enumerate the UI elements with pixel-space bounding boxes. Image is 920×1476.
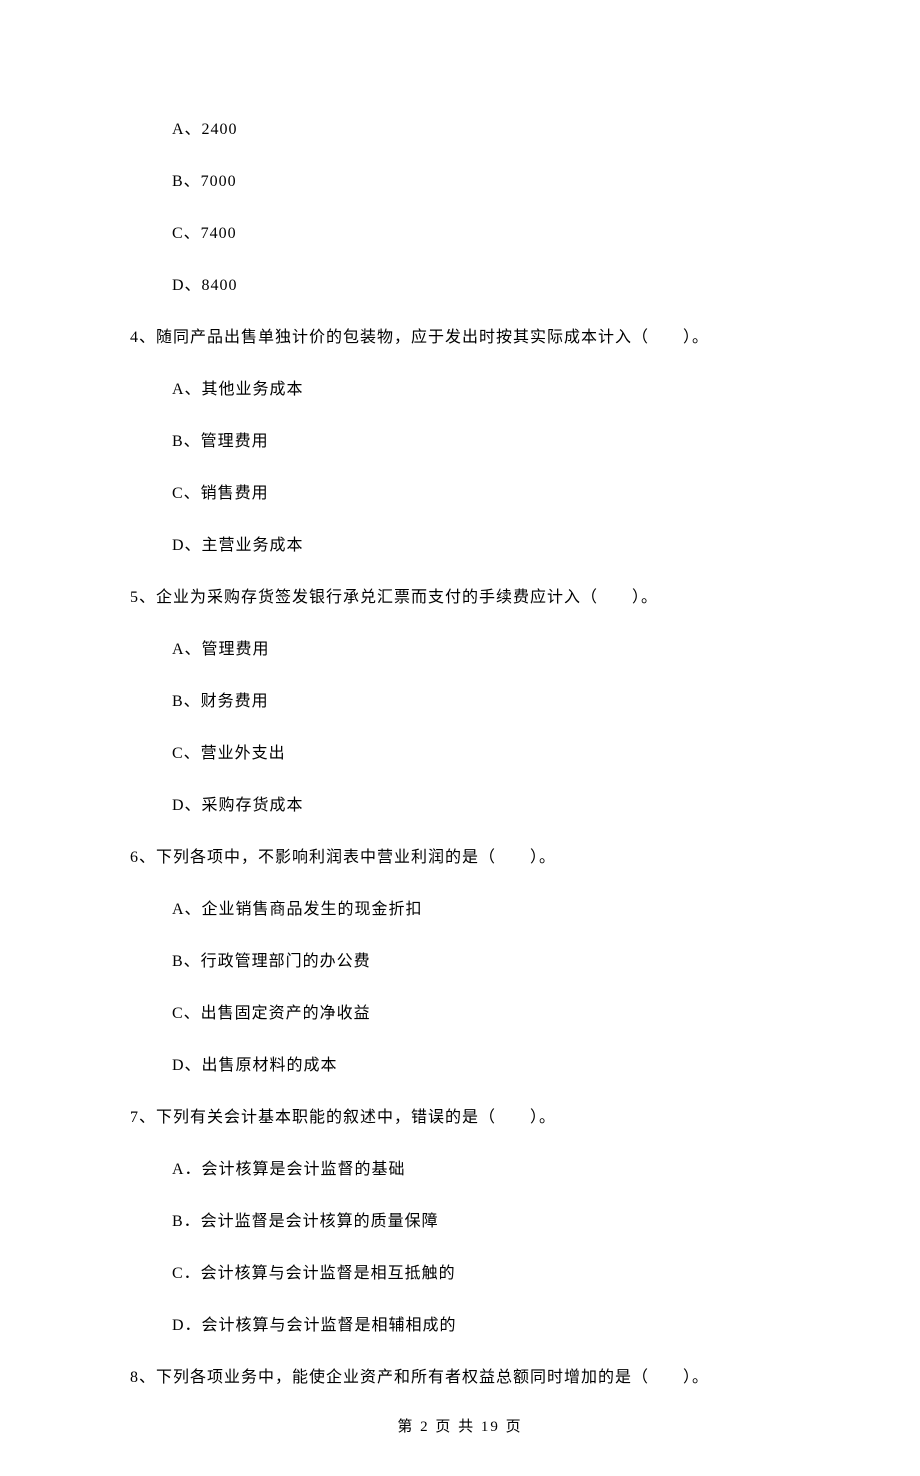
question-7: 7、下列有关会计基本职能的叙述中，错误的是（ ）。 [130, 1103, 790, 1127]
question-6: 6、下列各项中，不影响利润表中营业利润的是（ ）。 [130, 843, 790, 867]
option-d: D、8400 [130, 271, 790, 295]
question-8: 8、下列各项业务中，能使企业资产和所有者权益总额同时增加的是（ ）。 [130, 1363, 790, 1387]
q6-option-a: A、企业销售商品发生的现金折扣 [130, 895, 790, 919]
question-4: 4、随同产品出售单独计价的包装物，应于发出时按其实际成本计入（ ）。 [130, 323, 790, 347]
q7-option-d: D．会计核算与会计监督是相辅相成的 [130, 1311, 790, 1335]
q7-option-a: A．会计核算是会计监督的基础 [130, 1155, 790, 1179]
q6-option-d: D、出售原材料的成本 [130, 1051, 790, 1075]
q7-option-b: B．会计监督是会计核算的质量保障 [130, 1207, 790, 1231]
q5-option-a: A、管理费用 [130, 635, 790, 659]
q5-option-c: C、营业外支出 [130, 739, 790, 763]
option-c: C、7400 [130, 219, 790, 243]
q7-option-c: C．会计核算与会计监督是相互抵触的 [130, 1259, 790, 1283]
q4-option-a: A、其他业务成本 [130, 375, 790, 399]
option-a: A、2400 [130, 115, 790, 139]
q6-option-b: B、行政管理部门的办公费 [130, 947, 790, 971]
q5-option-d: D、采购存货成本 [130, 791, 790, 815]
q6-option-c: C、出售固定资产的净收益 [130, 999, 790, 1023]
document-page: A、2400 B、7000 C、7400 D、8400 4、随同产品出售单独计价… [0, 0, 920, 1476]
question-5: 5、企业为采购存货签发银行承兑汇票而支付的手续费应计入（ ）。 [130, 583, 790, 607]
q4-option-b: B、管理费用 [130, 427, 790, 451]
q4-option-c: C、销售费用 [130, 479, 790, 503]
q4-option-d: D、主营业务成本 [130, 531, 790, 555]
q5-option-b: B、财务费用 [130, 687, 790, 711]
page-footer: 第 2 页 共 19 页 [130, 1415, 790, 1436]
option-b: B、7000 [130, 167, 790, 191]
